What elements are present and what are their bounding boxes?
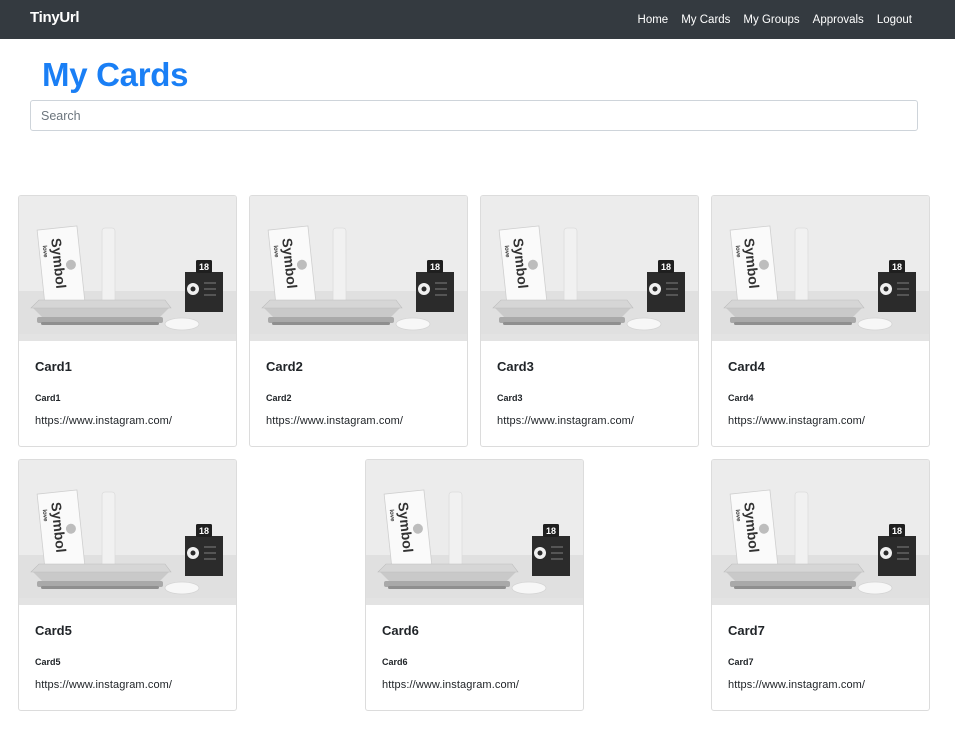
nav-links: Home My Cards My Groups Approvals Logout [625, 0, 912, 39]
card-title: Card7 [728, 623, 765, 638]
navbar: TinyUrl Home My Cards My Groups Approval… [0, 0, 955, 39]
nav-link-home[interactable]: Home [638, 14, 669, 26]
card-title: Card1 [35, 359, 72, 374]
nav-link-logout[interactable]: Logout [877, 14, 912, 26]
card-title: Card4 [728, 359, 765, 374]
card-image: Symbol love 18 [250, 196, 467, 341]
nav-link-approvals[interactable]: Approvals [813, 14, 864, 26]
card-subtitle: Card2 [266, 393, 292, 403]
nav-link-my-cards[interactable]: My Cards [681, 14, 730, 26]
card-subtitle: Card6 [382, 657, 408, 667]
card-subtitle: Card4 [728, 393, 754, 403]
card-image: Symbol love 18 [19, 460, 236, 605]
brand-logo[interactable]: TinyUrl [30, 9, 80, 26]
svg-text:18: 18 [892, 262, 902, 272]
card-subtitle: Card7 [728, 657, 754, 667]
svg-text:18: 18 [430, 262, 440, 272]
card-image: Symbol love 18 [481, 196, 698, 341]
svg-text:18: 18 [199, 526, 209, 536]
svg-text:18: 18 [892, 526, 902, 536]
card[interactable]: Symbol love 18 Card5 Card5 https://www.i… [18, 459, 237, 711]
card-image: Symbol love 18 [712, 196, 929, 341]
card-title: Card3 [497, 359, 534, 374]
card-subtitle: Card3 [497, 393, 523, 403]
card-image: Symbol love 18 [712, 460, 929, 605]
card-url-link[interactable]: https://www.instagram.com/ [35, 415, 172, 427]
card-title: Card5 [35, 623, 72, 638]
card-url-link[interactable]: https://www.instagram.com/ [35, 679, 172, 691]
search-input[interactable] [30, 100, 918, 131]
card[interactable]: Symbol love 18 Card2 Card2 https://www.i… [249, 195, 468, 447]
svg-text:18: 18 [546, 526, 556, 536]
card-image: Symbol love 18 [366, 460, 583, 605]
card-url-link[interactable]: https://www.instagram.com/ [728, 679, 865, 691]
page-title: My Cards [42, 56, 189, 93]
card[interactable]: Symbol love 18 Card3 Card3 https://www.i… [480, 195, 699, 447]
card-subtitle: Card1 [35, 393, 61, 403]
card[interactable]: Symbol love 18 Card6 Card6 https://www.i… [365, 459, 584, 711]
card[interactable]: Symbol love 18 Card1 Card1 https://www.i… [18, 195, 237, 447]
card-title: Card2 [266, 359, 303, 374]
card-url-link[interactable]: https://www.instagram.com/ [497, 415, 634, 427]
card-url-link[interactable]: https://www.instagram.com/ [382, 679, 519, 691]
nav-link-my-groups[interactable]: My Groups [743, 14, 799, 26]
card-url-link[interactable]: https://www.instagram.com/ [728, 415, 865, 427]
card[interactable]: Symbol love 18 Card7 Card7 https://www.i… [711, 459, 930, 711]
card-url-link[interactable]: https://www.instagram.com/ [266, 415, 403, 427]
card-subtitle: Card5 [35, 657, 61, 667]
card[interactable]: Symbol love 18 Card4 Card4 https://www.i… [711, 195, 930, 447]
card-image: Symbol love 18 [19, 196, 236, 341]
svg-text:18: 18 [661, 262, 671, 272]
card-title: Card6 [382, 623, 419, 638]
svg-text:18: 18 [199, 262, 209, 272]
